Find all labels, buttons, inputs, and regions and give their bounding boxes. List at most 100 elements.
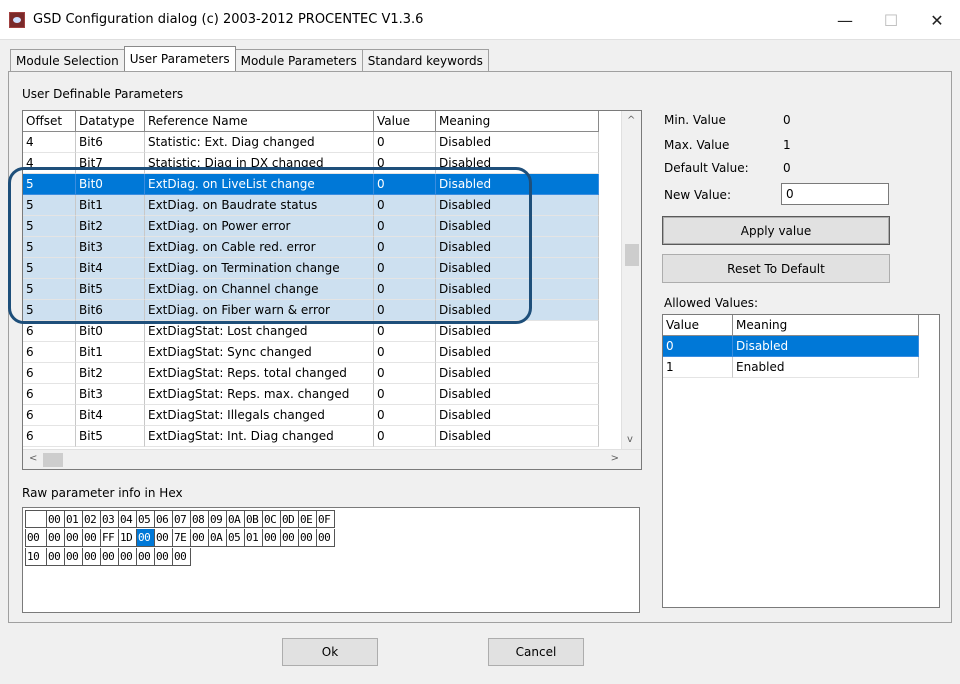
column-header-meaning[interactable]: Meaning (436, 111, 599, 132)
min-value: 0 (783, 113, 791, 127)
horizontal-scroll-thumb[interactable] (43, 453, 63, 467)
ok-button[interactable]: Ok (282, 638, 378, 666)
maximize-icon[interactable]: ☐ (868, 0, 914, 40)
scroll-up-icon[interactable]: ^ (627, 115, 635, 126)
hex-cell (245, 548, 263, 566)
table-row[interactable]: 5 Bit6 ExtDiag. on Fiber warn & error 0 Disa… (23, 300, 599, 321)
hex-column-header: 0B (245, 510, 263, 528)
cell-name: ExtDiagStat: Int. Diag changed (145, 426, 374, 447)
table-row[interactable]: 5 Bit3 ExtDiag. on Cable red. error 0 Disabl… (23, 237, 599, 258)
allowed-row-meaning: Enabled (733, 357, 919, 378)
minimize-icon[interactable]: — (822, 0, 868, 40)
table-row[interactable]: 5 Bit4 ExtDiag. on Termination change 0 Disa… (23, 258, 599, 279)
cancel-button[interactable]: Cancel (488, 638, 584, 666)
hex-cell[interactable]: 00 (65, 529, 83, 547)
column-header-offset[interactable]: Offset (23, 111, 76, 132)
cell-value: 0 (374, 195, 436, 216)
cell-offset: 5 (23, 174, 76, 195)
cell-name: ExtDiagStat: Reps. total changed (145, 363, 374, 384)
cell-meaning: Disabled (436, 153, 599, 174)
cell-offset: 5 (23, 195, 76, 216)
allowed-column-value[interactable]: Value (663, 315, 733, 336)
scroll-down-icon[interactable]: v (627, 434, 633, 445)
tab-user-parameters[interactable]: User Parameters (123, 46, 236, 71)
column-header-datatype[interactable]: Datatype (76, 111, 145, 132)
cell-name: ExtDiag. on Fiber warn & error (145, 300, 374, 321)
table-row[interactable]: 6 Bit5 ExtDiagStat: Int. Diag changed 0 Disa… (23, 426, 599, 447)
cell-offset: 5 (23, 258, 76, 279)
hex-column-header: 05 (137, 510, 155, 528)
table-row[interactable]: 5 Bit5 ExtDiag. on Channel change 0 Disabled (23, 279, 599, 300)
parameter-table[interactable]: Offset Datatype Reference Name Value Mea… (22, 110, 642, 470)
hex-cell[interactable]: 00 (101, 548, 119, 566)
hex-cell[interactable]: 00 (47, 529, 65, 547)
hex-cell[interactable]: 00 (155, 529, 173, 547)
horizontal-scrollbar[interactable]: < > (23, 449, 641, 469)
hex-corner (25, 510, 47, 528)
hex-cell[interactable]: 00 (137, 529, 155, 547)
allowed-column-meaning[interactable]: Meaning (733, 315, 919, 336)
hex-cell[interactable]: 00 (281, 529, 299, 547)
cell-type: Bit2 (76, 216, 145, 237)
hex-cell[interactable]: 7E (173, 529, 191, 547)
close-icon[interactable]: ✕ (914, 0, 960, 40)
hex-cell[interactable]: 01 (245, 529, 263, 547)
table-row[interactable]: 4 Bit6 Statistic: Ext. Diag changed 0 Disabl… (23, 132, 599, 153)
column-header-value[interactable]: Value (374, 111, 436, 132)
hex-cell[interactable]: 00 (119, 548, 137, 566)
scroll-right-icon[interactable]: > (611, 453, 619, 464)
table-row[interactable]: 6 Bit3 ExtDiagStat: Reps. max. changed 0 Dis… (23, 384, 599, 405)
allowed-table-header: Value Meaning (663, 315, 919, 336)
table-row[interactable]: 6 Bit0 ExtDiagStat: Lost changed 0 Disabled (23, 321, 599, 342)
hex-column-header: 01 (65, 510, 83, 528)
hex-cell[interactable]: 00 (173, 548, 191, 566)
allowed-row[interactable]: 0 Disabled (663, 336, 919, 357)
cell-offset: 5 (23, 237, 76, 258)
default-value-label: Default Value: (664, 161, 749, 175)
cell-name: ExtDiagStat: Sync changed (145, 342, 374, 363)
vertical-scrollbar[interactable]: ^ v (621, 111, 641, 449)
hex-cell[interactable]: FF (101, 529, 119, 547)
raw-hex-label: Raw parameter info in Hex (22, 486, 183, 500)
reset-to-default-button[interactable]: Reset To Default (662, 254, 890, 283)
hex-cell[interactable]: 00 (83, 548, 101, 566)
hex-column-header: 03 (101, 510, 119, 528)
cell-name: ExtDiag. on Baudrate status (145, 195, 374, 216)
tab-module-parameters[interactable]: Module Parameters (234, 49, 363, 71)
cell-name: ExtDiag. on Power error (145, 216, 374, 237)
hex-column-header: 04 (119, 510, 137, 528)
cell-offset: 5 (23, 279, 76, 300)
new-value-input[interactable] (781, 183, 889, 205)
table-row[interactable]: 5 Bit1 ExtDiag. on Baudrate status 0 Disable… (23, 195, 599, 216)
column-header-reference-name[interactable]: Reference Name (145, 111, 374, 132)
hex-column-header: 0E (299, 510, 317, 528)
table-row[interactable]: 4 Bit7 Statistic: Diag in DX changed 0 Disab… (23, 153, 599, 174)
hex-cell[interactable]: 00 (263, 529, 281, 547)
hex-cell[interactable]: 00 (137, 548, 155, 566)
table-row[interactable]: 5 Bit2 ExtDiag. on Power error 0 Disabled (23, 216, 599, 237)
hex-cell[interactable]: 00 (65, 548, 83, 566)
hex-grid[interactable]: 00 01 02 03 04 05 06 07 08 09 0A 0B 0C 0D 0E 0F 00 00 00 00… (22, 507, 640, 613)
scroll-left-icon[interactable]: < (29, 453, 37, 464)
hex-cell[interactable]: 0A (209, 529, 227, 547)
allowed-values-table[interactable]: Value Meaning 0 Disabled 1 Enabled (662, 314, 940, 608)
hex-cell[interactable]: 1D (119, 529, 137, 547)
table-row[interactable]: 6 Bit2 ExtDiagStat: Reps. total changed 0 Di… (23, 363, 599, 384)
table-row[interactable]: 6 Bit4 ExtDiagStat: Illegals changed 0 Disab… (23, 405, 599, 426)
hex-cell[interactable]: 00 (317, 529, 335, 547)
cell-type: Bit0 (76, 321, 145, 342)
hex-cell[interactable]: 00 (155, 548, 173, 566)
vertical-scroll-thumb[interactable] (625, 244, 639, 266)
apply-value-button[interactable]: Apply value (662, 216, 890, 245)
table-row[interactable]: 6 Bit1 ExtDiagStat: Sync changed 0 Disabled (23, 342, 599, 363)
hex-cell[interactable]: 00 (47, 548, 65, 566)
hex-cell[interactable]: 00 (83, 529, 101, 547)
hex-cell[interactable]: 00 (299, 529, 317, 547)
tab-standard-keywords[interactable]: Standard keywords (361, 49, 489, 71)
hex-cell[interactable]: 05 (227, 529, 245, 547)
hex-cell[interactable]: 00 (191, 529, 209, 547)
hex-row: 00 00 00 00 FF 1D 00 00 7E 00 0A 05 01 00 00 00 00 (25, 529, 335, 547)
tab-module-selection[interactable]: Module Selection (10, 49, 125, 71)
allowed-row[interactable]: 1 Enabled (663, 357, 919, 378)
table-row[interactable]: 5 Bit0 ExtDiag. on LiveList change 0 Disable… (23, 174, 599, 195)
